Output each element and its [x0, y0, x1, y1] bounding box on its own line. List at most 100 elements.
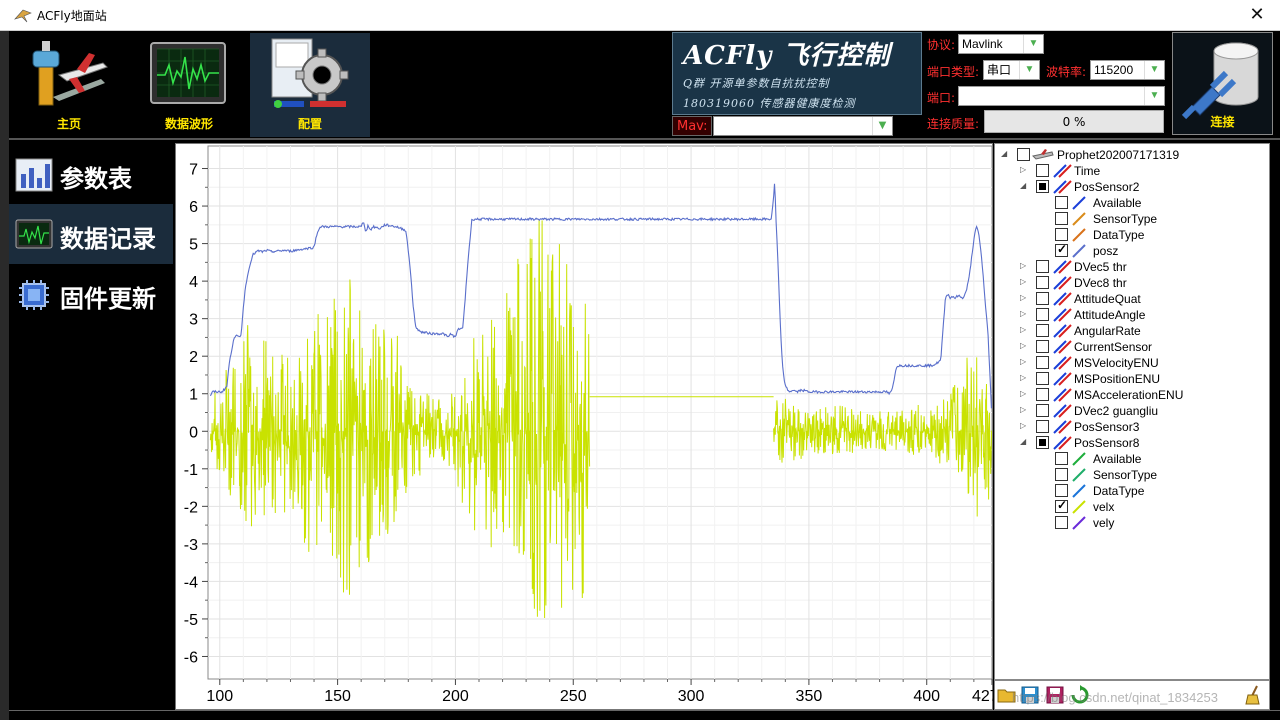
baud-select[interactable]: 115200 ▼	[1090, 60, 1165, 80]
nav-config-button[interactable]: 配置	[250, 33, 370, 137]
x-tick-label: 150	[324, 688, 351, 705]
series-color-icon	[1053, 260, 1072, 274]
tree-item-label: DVec2 guangliu	[1074, 404, 1159, 418]
chart-plot[interactable]: 7 6 5 4 3 2 1 0 -1 -2 -3 -4 -5 -6 100 150 200 250 300 350 40…	[176, 144, 994, 711]
y-tick-label: 0	[189, 424, 198, 441]
nav-config-label: 配置	[297, 117, 322, 131]
sidebar-item-firmware[interactable]: 固件更新	[9, 264, 173, 324]
database-plug-icon	[1181, 42, 1259, 120]
aircraft-log-icon	[1032, 149, 1054, 160]
tree-checkbox[interactable]	[1036, 356, 1049, 369]
chevron-down-icon[interactable]: ▼	[1019, 61, 1039, 79]
tree-checkbox[interactable]	[1055, 468, 1068, 481]
chevron-down-icon[interactable]: ▼	[1023, 35, 1043, 53]
tree-checkbox[interactable]	[1036, 324, 1049, 337]
series-color-icon	[1053, 340, 1072, 354]
tree-checkbox[interactable]	[1055, 212, 1068, 225]
series-color-icon	[1053, 420, 1072, 434]
mav-label: Mav:	[672, 116, 712, 136]
tree-checkbox[interactable]	[1036, 180, 1049, 193]
banner-line-1: Q群 开源单参数自抗扰控制	[683, 77, 830, 90]
tree-item-label: MSAccelerationENU	[1074, 388, 1184, 402]
quality-label: 连接质量:	[927, 117, 980, 131]
tree-checkbox[interactable]	[1036, 436, 1049, 449]
tree-checkbox[interactable]	[1036, 276, 1049, 289]
series-color-icon	[1072, 516, 1086, 530]
tree-expander-icon[interactable]: ▷	[1020, 340, 1030, 352]
tree-item-label: velx	[1093, 500, 1115, 514]
tree-expander-icon[interactable]: ◢	[1020, 180, 1030, 192]
firmware-chip-icon	[19, 280, 49, 310]
mav-selector-row: Mav: ▼	[672, 116, 922, 136]
nav-home-button[interactable]: 主页	[9, 33, 129, 137]
tree-expander-icon[interactable]: ◢	[1020, 436, 1030, 448]
tree-expander-icon[interactable]: ▷	[1020, 308, 1030, 320]
chevron-down-icon[interactable]: ▼	[1144, 87, 1164, 105]
tree-checkbox[interactable]	[1017, 148, 1030, 161]
airport-plane-icon	[32, 41, 108, 106]
x-tick-label: 427.7	[972, 688, 994, 705]
clear-broom-icon[interactable]	[1243, 685, 1263, 705]
chevron-down-icon[interactable]: ▼	[872, 117, 892, 135]
tree-item-label: Available	[1093, 196, 1142, 210]
tree-item-label: DataType	[1093, 228, 1145, 242]
tree-checkbox[interactable]	[1055, 242, 1068, 257]
tree-expander-icon[interactable]: ▷	[1020, 324, 1030, 336]
tree-item-label: Time	[1074, 164, 1101, 178]
y-tick-label: 7	[189, 162, 198, 179]
tree-checkbox[interactable]	[1055, 484, 1068, 497]
tree-expander-icon[interactable]: ▷	[1020, 292, 1030, 304]
tree-checkbox[interactable]	[1055, 516, 1068, 529]
banner-title: ACFly 飞行控制	[683, 41, 891, 71]
tree-checkbox[interactable]	[1055, 228, 1068, 241]
tree-expander-icon[interactable]: ▷	[1020, 388, 1030, 400]
tree-checkbox[interactable]	[1036, 164, 1049, 177]
tree-checkbox[interactable]	[1036, 260, 1049, 273]
sidebar-item-parameters[interactable]: 参数表	[9, 144, 173, 204]
port-select[interactable]: ▼	[958, 86, 1165, 106]
tree-expander-icon[interactable]: ▷	[1020, 356, 1030, 368]
tree-expander-icon[interactable]: ▷	[1020, 372, 1030, 384]
tree-checkbox[interactable]	[1036, 404, 1049, 417]
port-type-value: 串口	[987, 63, 1012, 77]
chevron-down-icon[interactable]: ▼	[1144, 61, 1164, 79]
app-logo-icon	[14, 9, 32, 23]
tree-checkbox[interactable]	[1055, 452, 1068, 465]
tree-item-label: CurrentSensor	[1074, 340, 1153, 354]
tree-checkbox[interactable]	[1036, 388, 1049, 401]
mav-select[interactable]: ▼	[713, 116, 893, 136]
tree-expander-icon[interactable]: ▷	[1020, 164, 1030, 176]
series-color-icon	[1053, 324, 1072, 338]
series-color-icon	[1072, 196, 1086, 210]
protocol-select[interactable]: Mavlink ▼	[958, 34, 1044, 54]
tree-expander-icon[interactable]: ▷	[1020, 276, 1030, 288]
tree-expander-icon[interactable]: ▷	[1020, 420, 1030, 432]
connect-button[interactable]: 连接	[1172, 32, 1273, 135]
tree-expander-icon[interactable]: ◢	[1001, 148, 1011, 160]
close-button[interactable]: ✕	[1234, 0, 1280, 31]
y-tick-label: -5	[184, 612, 198, 629]
series-color-icon	[1053, 292, 1072, 306]
tree-item-label: MSVelocityENU	[1074, 356, 1159, 370]
y-tick-label: -4	[184, 574, 198, 591]
sidebar-item-data-log[interactable]: 数据记录	[9, 204, 173, 264]
tree-item-label: PosSensor3	[1074, 420, 1140, 434]
nav-home-label: 主页	[56, 117, 81, 131]
sidebar-item-firmware-label: 固件更新	[60, 285, 156, 313]
parameter-table-icon	[15, 158, 53, 192]
tree-checkbox[interactable]	[1055, 196, 1068, 209]
y-tick-label: -1	[184, 462, 198, 479]
tree-checkbox[interactable]	[1036, 340, 1049, 353]
tree-expander-icon[interactable]: ▷	[1020, 404, 1030, 416]
x-tick-label: 200	[442, 688, 469, 705]
tree-expander-icon[interactable]: ▷	[1020, 260, 1030, 272]
tree-checkbox[interactable]	[1036, 420, 1049, 433]
tree-checkbox[interactable]	[1055, 498, 1068, 513]
tree-checkbox[interactable]	[1036, 308, 1049, 321]
x-tick-label: 350	[796, 688, 823, 705]
data-log-chart[interactable]: 7 6 5 4 3 2 1 0 -1 -2 -3 -4 -5 -6 100 150 200 250 300 350 40…	[175, 143, 994, 711]
tree-checkbox[interactable]	[1036, 292, 1049, 305]
tree-checkbox[interactable]	[1036, 372, 1049, 385]
nav-waveform-button[interactable]: 数据波形	[129, 33, 249, 137]
port-type-select[interactable]: 串口 ▼	[983, 60, 1040, 80]
